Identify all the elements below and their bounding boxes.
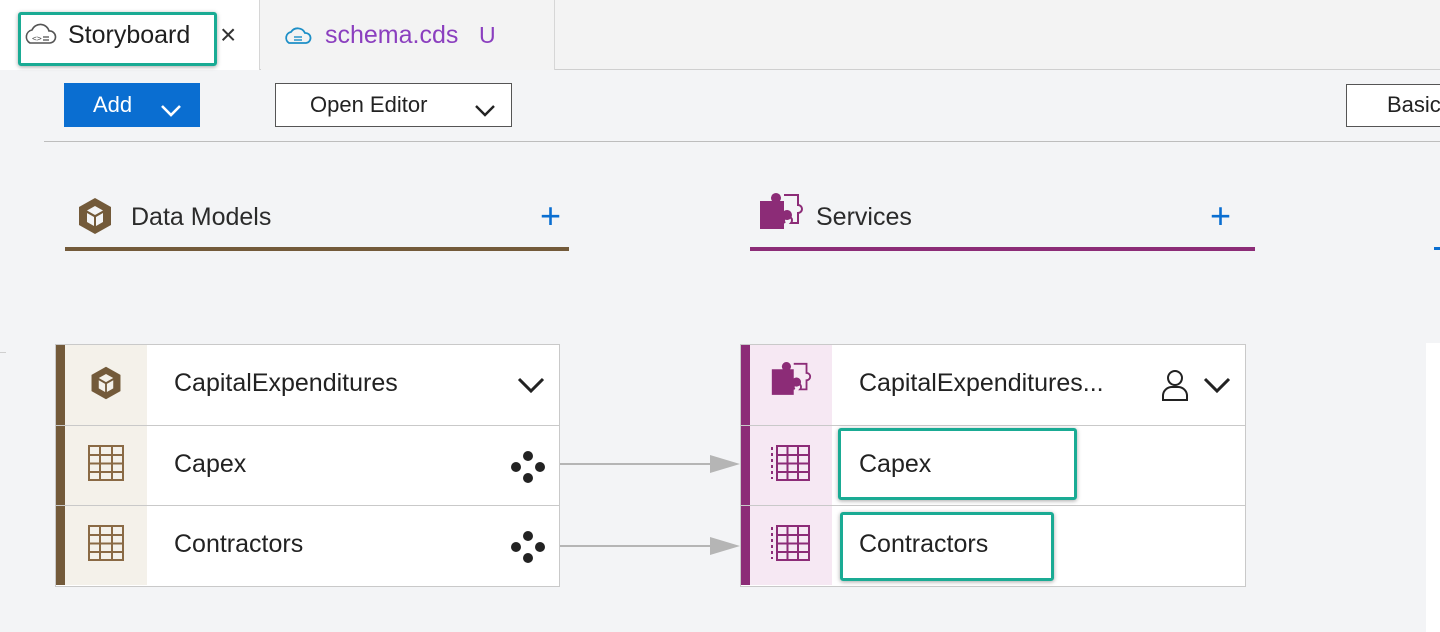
chevron-down-icon[interactable] [516, 376, 546, 399]
row-accent [741, 506, 750, 585]
data-model-row[interactable]: CapitalExpenditures [56, 345, 559, 425]
cube-icon [74, 195, 116, 242]
add-data-model-button[interactable]: + [540, 198, 561, 234]
open-editor-dropdown[interactable]: Open Editor [275, 83, 512, 127]
puzzle-icon [758, 193, 804, 244]
service-entity-name: Contractors [859, 530, 989, 558]
add-service-button[interactable]: + [1210, 198, 1231, 234]
table-grid-icon [87, 444, 125, 487]
connector-contractors [560, 537, 740, 555]
untracked-badge: U [479, 22, 496, 48]
next-column-panel [1426, 343, 1440, 632]
row-icon-area [65, 426, 147, 505]
basic-view-button[interactable]: Basic [1346, 84, 1440, 127]
association-icon[interactable] [510, 450, 546, 489]
table-grid-icon [87, 524, 125, 567]
next-column-plus-fragment [1434, 247, 1440, 250]
entity-grid-icon [771, 444, 811, 487]
service-entity-row-capex[interactable]: Capex [741, 425, 1245, 505]
row-accent [56, 426, 65, 505]
service-entity-name: Capex [859, 450, 932, 478]
data-models-card: CapitalExpenditures Capex Contractors [55, 344, 560, 587]
association-icon[interactable] [510, 530, 546, 569]
row-accent [56, 345, 65, 425]
editor-tab-bar: <> Storyboard × schema.cds U [0, 0, 1440, 70]
data-models-underline [65, 247, 569, 251]
service-name: CapitalExpenditures... [859, 369, 1104, 397]
services-underline [750, 247, 1255, 251]
left-edge-tick [0, 352, 6, 353]
service-row[interactable]: CapitalExpenditures... [741, 345, 1245, 425]
chevron-down-icon [160, 98, 182, 124]
services-card: CapitalExpenditures... Capex Contractors [740, 344, 1246, 587]
cloud-storyboard-icon: <> [22, 22, 58, 53]
cube-icon [87, 364, 125, 407]
row-accent [741, 345, 750, 425]
tab-schema-cds-label: schema.cds [325, 21, 459, 49]
entity-name: Contractors [174, 530, 304, 558]
row-icon-area [65, 345, 147, 425]
add-button-label: Add [93, 92, 133, 117]
row-accent [741, 426, 750, 505]
row-accent [56, 506, 65, 585]
toolbar-divider [44, 141, 1440, 142]
entity-grid-icon [771, 524, 811, 567]
puzzle-icon [770, 361, 812, 409]
cloud-cds-icon [283, 24, 313, 53]
row-icon-area [750, 345, 832, 425]
services-title: Services [816, 203, 912, 231]
add-button[interactable]: Add [64, 83, 200, 127]
tab-schema-cds[interactable]: schema.cds U [261, 0, 555, 70]
entity-name: Capex [174, 450, 247, 478]
chevron-down-icon [474, 98, 496, 124]
tab-storyboard-label: Storyboard [68, 21, 191, 49]
service-entity-row-contractors[interactable]: Contractors [741, 505, 1245, 585]
user-icon[interactable] [1160, 368, 1190, 407]
data-models-title: Data Models [131, 203, 272, 231]
data-model-name: CapitalExpenditures [174, 369, 398, 397]
close-tab-button[interactable]: × [220, 18, 236, 52]
entity-row-contractors[interactable]: Contractors [56, 505, 559, 585]
row-icon-area [750, 426, 832, 505]
entity-row-capex[interactable]: Capex [56, 425, 559, 505]
row-icon-area [750, 506, 832, 585]
open-editor-label: Open Editor [310, 92, 428, 117]
tab-storyboard[interactable]: <> Storyboard × [0, 0, 260, 70]
row-icon-area [65, 506, 147, 585]
connector-capex [560, 455, 740, 473]
chevron-down-icon[interactable] [1202, 376, 1232, 399]
svg-text:<>: <> [32, 34, 42, 43]
